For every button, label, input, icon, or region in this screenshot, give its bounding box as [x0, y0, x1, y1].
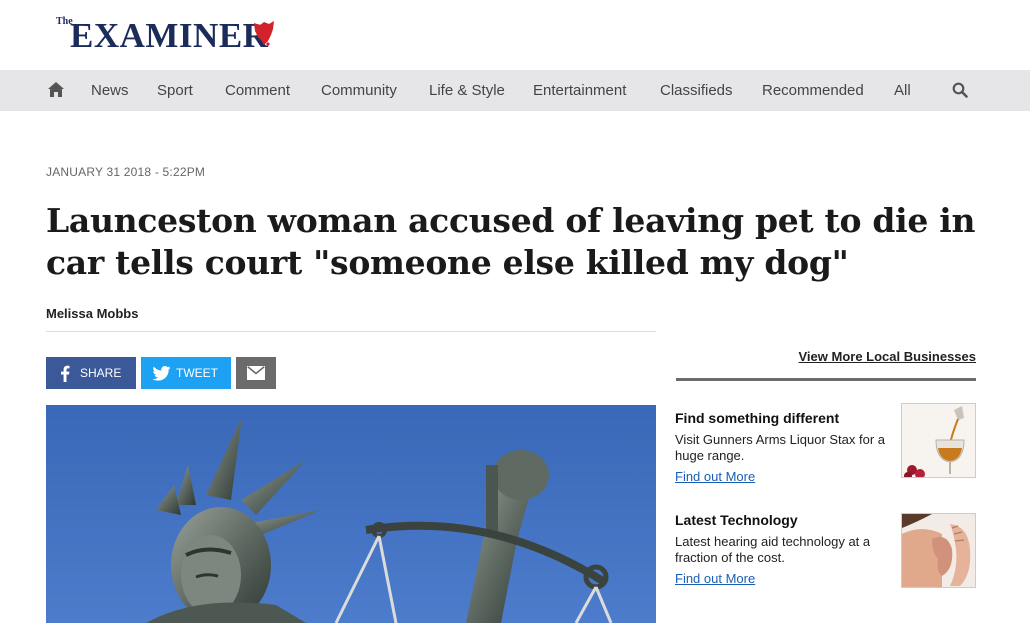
search-icon[interactable] — [952, 82, 968, 98]
twitter-tweet-button[interactable]: TWEET — [141, 357, 231, 389]
article-headline: Launceston woman accused of leaving pet … — [46, 201, 976, 282]
twitter-icon — [152, 366, 171, 381]
promo-thumbnail-liquor[interactable] — [901, 403, 976, 478]
article-dateline: JANUARY 31 2018 - 5:22PM — [46, 165, 206, 179]
facebook-icon — [61, 365, 70, 382]
nav-item-community[interactable]: Community — [321, 70, 397, 111]
view-more-local-businesses-link[interactable]: View More Local Businesses — [774, 349, 977, 364]
hand-to-ear-image — [902, 514, 975, 587]
article-byline[interactable]: Melissa Mobbs — [46, 306, 138, 321]
sidebar-divider — [676, 378, 976, 381]
promo-find-out-more-link[interactable]: Find out More — [675, 469, 755, 484]
article-hero-image[interactable] — [46, 405, 656, 623]
promo-text: Visit Gunners Arms Liquor Stax for a hug… — [675, 432, 886, 463]
masthead: The EXAMINER — [0, 0, 1030, 70]
nav-item-classifieds[interactable]: Classifieds — [660, 70, 733, 111]
tasmania-map-icon — [254, 21, 274, 46]
nav-item-all[interactable]: All — [894, 70, 911, 111]
email-icon — [247, 366, 265, 380]
email-share-button[interactable] — [236, 357, 276, 389]
main-nav: News Sport Comment Community Life & Styl… — [0, 70, 1030, 111]
promo-title[interactable]: Latest Technology — [675, 512, 798, 528]
nav-item-sport[interactable]: Sport — [157, 70, 193, 111]
promo-title[interactable]: Find something different — [675, 410, 839, 426]
twitter-tweet-label: TWEET — [176, 366, 218, 380]
promo-thumbnail-hearing[interactable] — [901, 513, 976, 588]
facebook-share-label: SHARE — [80, 366, 122, 380]
nav-item-news[interactable]: News — [91, 70, 129, 111]
nav-item-life-style[interactable]: Life & Style — [429, 70, 505, 111]
promo-text: Latest hearing aid technology at a fract… — [675, 534, 871, 565]
promo-find-out-more-link[interactable]: Find out More — [675, 571, 755, 586]
facebook-share-button[interactable]: SHARE — [46, 357, 136, 389]
nav-item-entertainment[interactable]: Entertainment — [533, 70, 626, 111]
home-icon[interactable] — [47, 81, 65, 98]
nav-item-recommended[interactable]: Recommended — [762, 70, 864, 111]
nav-item-comment[interactable]: Comment — [225, 70, 290, 111]
logo-wordmark: EXAMINER — [70, 16, 269, 55]
wine-glass-image — [902, 404, 975, 477]
lady-justice-statue-image — [46, 405, 656, 623]
byline-divider — [46, 331, 656, 332]
